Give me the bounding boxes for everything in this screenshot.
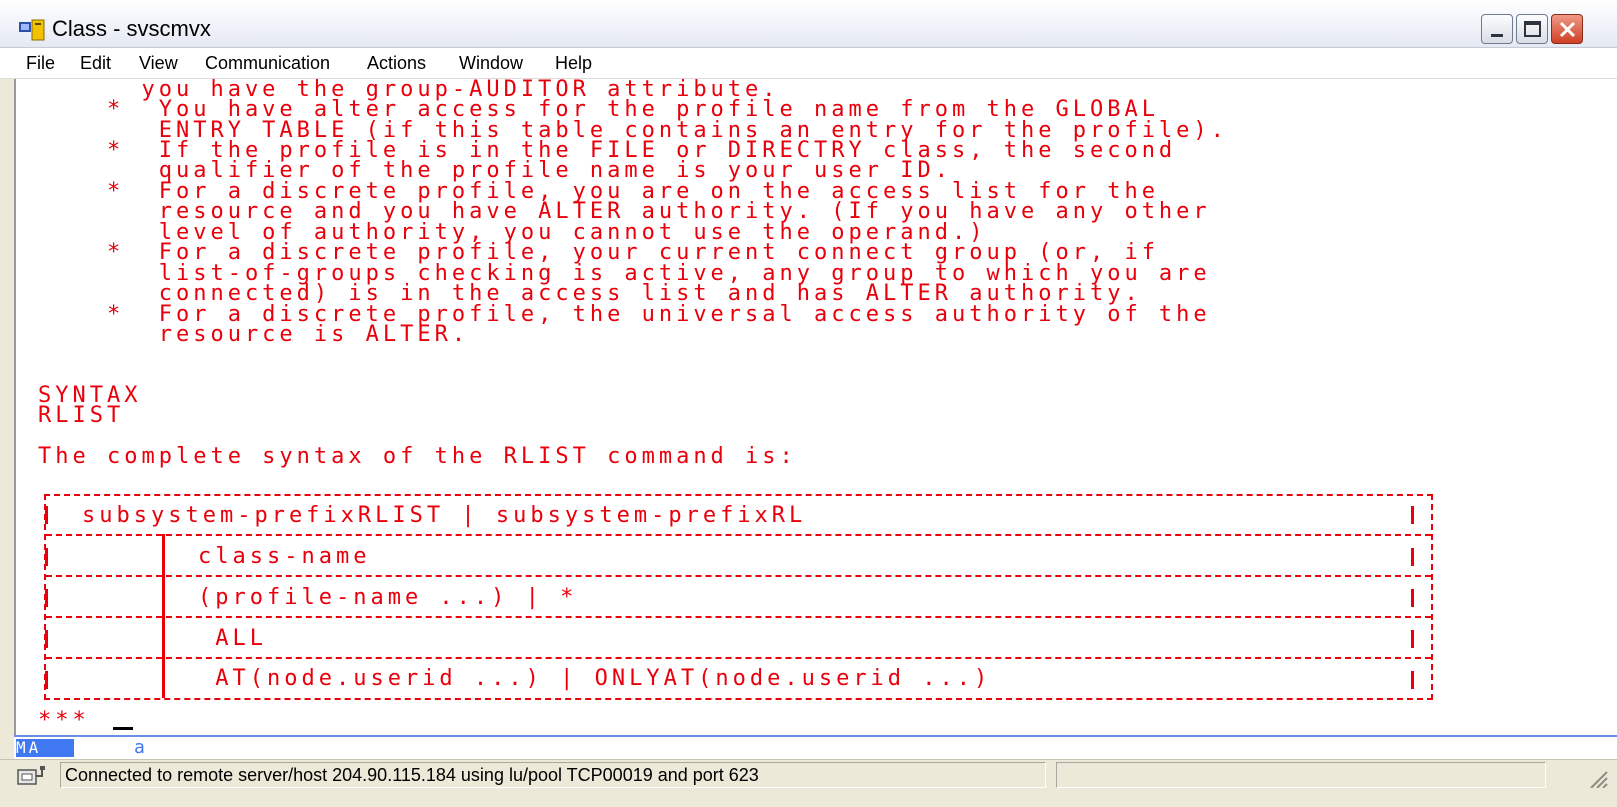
table-divider bbox=[46, 575, 1431, 577]
table-column-divider bbox=[162, 534, 165, 698]
table-border bbox=[1411, 506, 1414, 524]
table-border bbox=[45, 630, 48, 648]
table-border bbox=[1411, 671, 1414, 689]
oia-mode-indicator: MA bbox=[16, 739, 74, 757]
terminal-line: resource is ALTER. bbox=[38, 322, 470, 347]
table-divider bbox=[46, 616, 1431, 618]
oia-session-indicator: a bbox=[134, 737, 145, 758]
table-border bbox=[1411, 630, 1414, 648]
table-cell: subsystem-prefixRLIST | subsystem-prefix… bbox=[82, 503, 807, 528]
maximize-button[interactable] bbox=[1516, 14, 1548, 44]
resize-grip-icon[interactable] bbox=[1585, 766, 1609, 788]
status-bar: Connected to remote server/host 204.90.1… bbox=[0, 759, 1617, 807]
menu-window[interactable]: Window bbox=[459, 53, 523, 74]
maximize-icon bbox=[1524, 21, 1541, 37]
window-title: Class - svscmvx bbox=[52, 16, 211, 41]
table-border bbox=[45, 589, 48, 607]
table-border bbox=[1411, 548, 1414, 566]
table-cell: class-name bbox=[198, 544, 371, 569]
table-border bbox=[1411, 589, 1414, 607]
terminal-line: * For a discrete profile, your current c… bbox=[38, 240, 1159, 265]
table-cell: ALL bbox=[198, 626, 267, 651]
menu-file[interactable]: File bbox=[26, 53, 55, 74]
table-border bbox=[45, 671, 48, 689]
menu-bar: File Edit View Communication Actions Win… bbox=[0, 48, 1617, 79]
close-icon bbox=[1559, 21, 1576, 38]
syntax-intro: The complete syntax of the RLIST command… bbox=[38, 444, 797, 469]
terminal-app-icon bbox=[19, 19, 45, 41]
command-prompt: *** bbox=[38, 708, 90, 733]
terminal-line: connected) is in the access list and has… bbox=[38, 281, 1142, 306]
syntax-command: RLIST bbox=[38, 403, 125, 428]
minimize-button[interactable] bbox=[1481, 14, 1513, 44]
terminal-window: Class - svscmvx File Edit View Communica… bbox=[0, 0, 1617, 807]
table-cell: AT(node.userid ...) | ONLYAT(node.userid… bbox=[198, 666, 992, 691]
menu-edit[interactable]: Edit bbox=[80, 53, 111, 74]
operator-info-area: MA a bbox=[14, 735, 1617, 761]
connection-status-text: Connected to remote server/host 204.90.1… bbox=[65, 765, 759, 785]
status-panel-secondary bbox=[1056, 762, 1546, 788]
close-button[interactable] bbox=[1551, 14, 1583, 44]
syntax-table: subsystem-prefixRLIST | subsystem-prefix… bbox=[44, 494, 1433, 700]
connection-icon bbox=[17, 766, 45, 785]
terminal-line: resource and you have ALTER authority. (… bbox=[38, 199, 1211, 224]
table-cell: (profile-name ...) | * bbox=[198, 585, 578, 610]
table-border bbox=[45, 548, 48, 566]
table-divider bbox=[46, 657, 1431, 659]
menu-help[interactable]: Help bbox=[555, 53, 592, 74]
minimize-icon bbox=[1491, 34, 1503, 37]
title-bar[interactable]: Class - svscmvx bbox=[0, 0, 1617, 48]
status-panel-connection: Connected to remote server/host 204.90.1… bbox=[60, 762, 1046, 788]
terminal-line: * You have alter access for the profile … bbox=[38, 97, 1159, 122]
table-border bbox=[45, 506, 48, 524]
terminal-line: qualifier of the profile name is your us… bbox=[38, 158, 952, 183]
menu-actions[interactable]: Actions bbox=[367, 53, 426, 74]
terminal-screen[interactable]: you have the group-AUDITOR attribute. * … bbox=[14, 79, 1617, 756]
menu-view[interactable]: View bbox=[139, 53, 178, 74]
menu-communication[interactable]: Communication bbox=[205, 53, 330, 74]
table-divider bbox=[46, 534, 1431, 536]
text-cursor bbox=[113, 727, 133, 730]
